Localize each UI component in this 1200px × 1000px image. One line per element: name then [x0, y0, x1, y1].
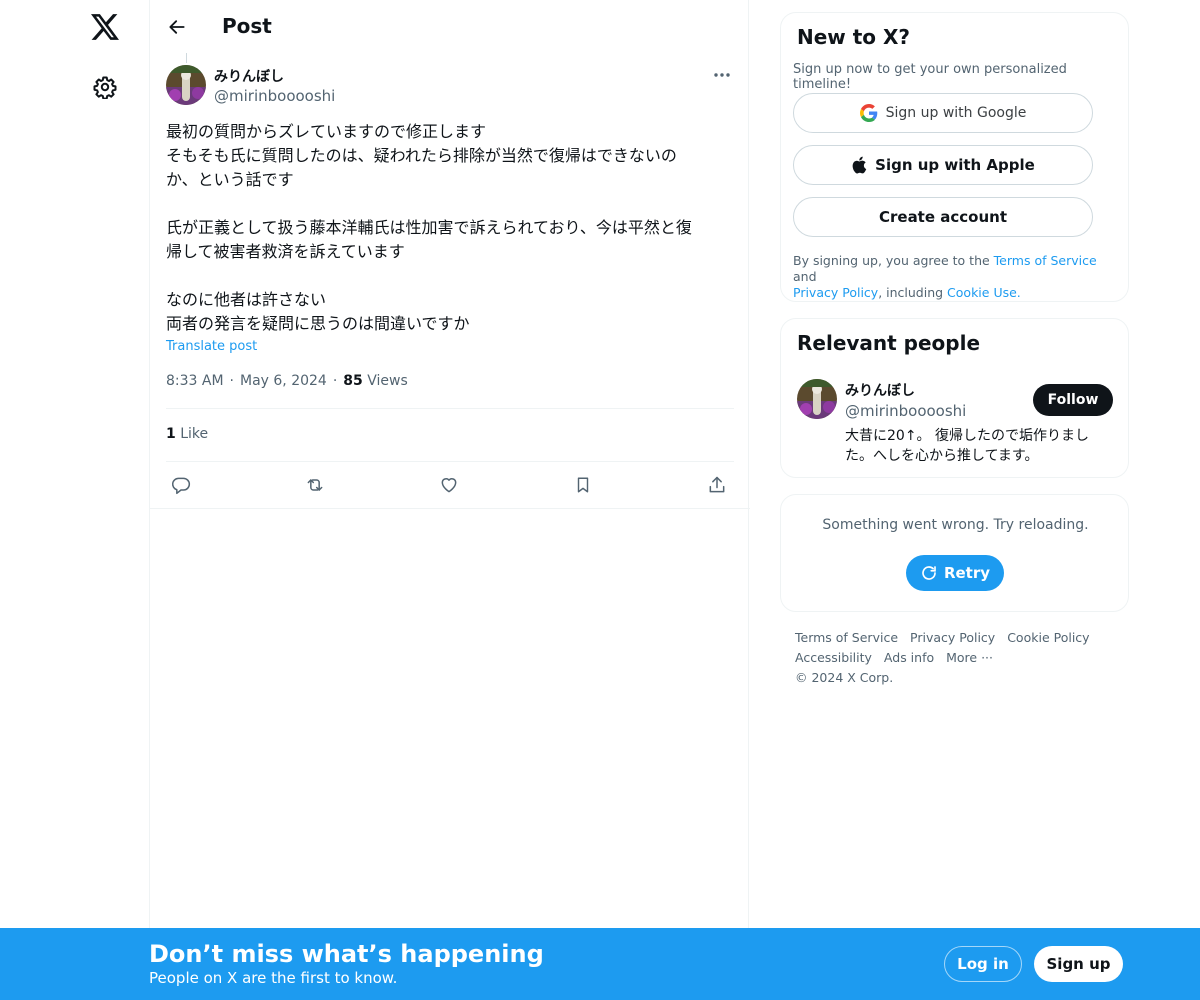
signup-card: New to X? Sign up now to get your own pe… — [780, 12, 1129, 302]
relevant-people-card: Relevant people みりんぼし @mirinbooooshi Fol… — [780, 318, 1129, 478]
google-icon — [859, 104, 878, 122]
refresh-icon — [922, 566, 936, 580]
footer-links: Terms of Service Privacy Policy Cookie Pol… — [795, 628, 1115, 688]
signup-legal-text: By signing up, you agree to the Terms of… — [793, 253, 1113, 301]
repost-icon[interactable] — [300, 470, 330, 500]
likes-count: 1 — [166, 426, 176, 442]
relevant-person-name[interactable]: みりんぼし — [845, 380, 915, 400]
retry-button[interactable]: Retry — [906, 555, 1004, 591]
separator-dot: · — [332, 373, 338, 389]
post-time[interactable]: 8:33 AM — [166, 373, 224, 389]
header-bar: Post — [150, 0, 750, 53]
x-logo-icon[interactable] — [88, 10, 122, 44]
sign-up-google-label: Sign up with Google — [885, 105, 1027, 121]
post-date[interactable]: May 6, 2024 — [240, 373, 327, 389]
signup-card-subtitle: Sign up now to get your own personalized… — [793, 62, 1067, 92]
retry-label: Retry — [943, 564, 991, 582]
likes-stat[interactable]: 1 Like — [166, 426, 208, 442]
avatar[interactable] — [797, 379, 837, 419]
terms-link[interactable]: Terms of Service — [994, 253, 1097, 268]
divider — [150, 508, 750, 509]
apple-icon — [851, 156, 867, 174]
translate-post-link[interactable]: Translate post — [166, 339, 257, 354]
footer-link-more[interactable]: More ··· — [946, 648, 993, 668]
page-title: Post — [222, 14, 272, 38]
banner-subtitle: People on X are the first to know. — [149, 969, 398, 987]
divider — [166, 408, 734, 409]
footer-link-privacy[interactable]: Privacy Policy — [910, 628, 995, 648]
cookie-use-link[interactable]: Cookie Use. — [947, 285, 1021, 300]
footer-link-cookie[interactable]: Cookie Policy — [1007, 628, 1089, 648]
author-name[interactable]: みりんぼし — [214, 66, 284, 86]
like-icon[interactable] — [434, 470, 464, 500]
post-text: 最初の質問からズレていますので修正します そもそも氏に質問したのは、疑われたら排… — [166, 122, 692, 333]
gear-icon[interactable] — [89, 71, 121, 103]
main-column: Post みりんぼし @mirinbooooshi 最初の質問からズレていますの… — [149, 0, 750, 1000]
legal-including: , including — [878, 285, 948, 300]
error-message: Something went wrong. Try reloading. — [822, 517, 1089, 533]
post-meta: 8:33 AM · May 6, 2024 · 85 Views — [166, 373, 408, 389]
bottom-banner: Don’t miss what’s happening People on X … — [0, 928, 1200, 1000]
log-in-button[interactable]: Log in — [944, 946, 1022, 982]
create-account-button[interactable]: Create account — [793, 197, 1093, 237]
sign-up-google-button[interactable]: Sign up with Google — [793, 93, 1093, 133]
relevant-person-bio: 大昔に20↑。 復帰したので垢作りました。へしを心から推してます。 — [845, 428, 1089, 464]
reply-icon[interactable] — [166, 470, 196, 500]
footer-link-terms[interactable]: Terms of Service — [795, 628, 898, 648]
bookmark-icon[interactable] — [568, 470, 598, 500]
thread-connector-line — [186, 53, 187, 63]
sign-up-button[interactable]: Sign up — [1034, 946, 1123, 982]
sign-up-apple-button[interactable]: Sign up with Apple — [793, 145, 1093, 185]
left-nav — [0, 0, 150, 1000]
views-label: Views — [367, 373, 408, 389]
error-card: Something went wrong. Try reloading. Ret… — [780, 494, 1129, 612]
divider — [166, 461, 734, 462]
signup-card-title: New to X? — [797, 25, 911, 49]
footer-copyright: © 2024 X Corp. — [795, 670, 894, 685]
banner-title: Don’t miss what’s happening — [149, 940, 544, 968]
separator-dot: · — [229, 373, 234, 389]
back-arrow-icon[interactable] — [162, 12, 192, 42]
privacy-link[interactable]: Privacy Policy — [793, 285, 878, 300]
relevant-person-handle[interactable]: @mirinbooooshi — [845, 402, 966, 420]
footer-link-accessibility[interactable]: Accessibility — [795, 648, 872, 668]
relevant-people-title: Relevant people — [797, 331, 981, 355]
footer-link-ads[interactable]: Ads info — [884, 648, 934, 668]
legal-and: and — [793, 269, 817, 284]
avatar[interactable] — [166, 65, 206, 105]
author-handle[interactable]: @mirinbooooshi — [214, 87, 335, 105]
views-count: 85 — [343, 373, 363, 389]
sign-up-apple-label: Sign up with Apple — [875, 156, 1035, 174]
follow-button[interactable]: Follow — [1033, 384, 1113, 416]
share-icon[interactable] — [702, 470, 732, 500]
more-options-icon[interactable] — [710, 64, 734, 86]
post-actions — [166, 470, 734, 500]
likes-label: Like — [180, 426, 209, 442]
legal-prefix: By signing up, you agree to the — [793, 253, 994, 268]
